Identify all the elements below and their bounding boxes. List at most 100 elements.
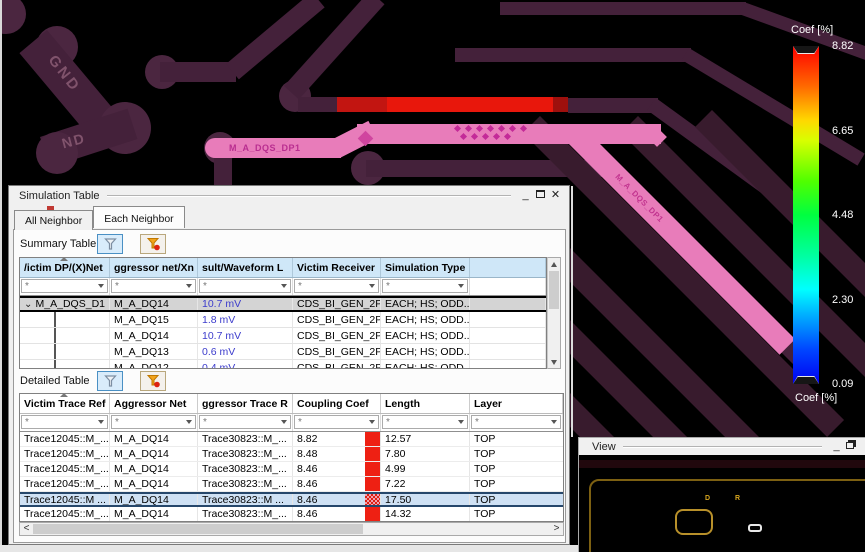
aggressor-trace-ref-cell: Trace30823::M_... xyxy=(198,462,293,476)
summary-table-row[interactable]: ⌄ M_A_DQS_D1 M_A_DQ14 10.7 mV CDS_BI_GEN_2P.… xyxy=(20,296,546,312)
red-highlight-trace[interactable] xyxy=(387,97,553,112)
victim-net-cell xyxy=(20,312,110,327)
layer-cell: TOP xyxy=(474,508,496,520)
chevron-down-icon[interactable] xyxy=(281,284,287,288)
summary-clear-filter-button[interactable] xyxy=(140,234,166,254)
filter-combobox[interactable]: * xyxy=(294,415,379,429)
chevron-down-icon[interactable] xyxy=(186,420,192,424)
filter-combobox[interactable]: * xyxy=(382,415,468,429)
length-cell: 7.80 xyxy=(381,447,470,461)
chevron-down-icon[interactable] xyxy=(281,420,287,424)
detailed-table-row[interactable]: Trace12045::M_... M_A_DQ14 Trace30823::M_.… xyxy=(20,447,563,462)
simulation-window-titlebar[interactable]: Simulation Table _ ✕ xyxy=(9,186,569,205)
detailed-clear-filter-button[interactable] xyxy=(140,371,166,391)
result-link-cell[interactable]: 1.8 mV xyxy=(198,312,293,327)
scroll-down-icon[interactable] xyxy=(548,356,560,368)
column-header[interactable]: Length xyxy=(381,394,470,413)
summary-table-label: Summary Table xyxy=(20,238,97,250)
filter-combobox[interactable]: * xyxy=(471,415,561,429)
maximize-icon[interactable] xyxy=(533,188,548,203)
filter-filler xyxy=(470,278,546,295)
column-header[interactable]: Coupling Coef xyxy=(293,394,381,413)
detailed-table-row[interactable]: Trace12045::M_... M_A_DQ14 Trace30823::M_.… xyxy=(20,432,563,447)
summary-filter-row: * * * * * xyxy=(20,278,546,296)
scrollbar-thumb[interactable] xyxy=(549,271,559,309)
red-highlight-trace[interactable] xyxy=(553,97,568,112)
victim-trace-ref-cell: Trace12045::M_... xyxy=(20,507,110,521)
detailed-table-row[interactable]: Trace12045::M_... M_A_DQ14 Trace30823::M_.… xyxy=(20,462,563,477)
chevron-down-icon[interactable] xyxy=(98,284,104,288)
filter-combobox[interactable]: * xyxy=(199,415,291,429)
filter-combobox[interactable]: * xyxy=(382,279,468,293)
summary-table-row[interactable]: M_A_DQ12 0.4 mV CDS_BI_GEN_2P EACH; HS; ODD xyxy=(20,360,546,368)
scroll-up-icon[interactable] xyxy=(548,258,560,270)
tab-all-neighbor[interactable]: All Neighbor xyxy=(14,210,94,230)
column-header[interactable]: Layer xyxy=(470,394,563,413)
view-window-titlebar[interactable]: View _ xyxy=(579,438,865,455)
colorbar-tick-label: 0.09 xyxy=(832,378,854,390)
scroll-right-icon[interactable]: > xyxy=(550,523,563,535)
summary-table-row[interactable]: M_A_DQ15 1.8 mV CDS_BI_GEN_2P... EACH; HS; … xyxy=(20,312,546,328)
scroll-left-icon[interactable]: < xyxy=(20,523,33,535)
column-header[interactable]: sult/Waveform L xyxy=(198,258,293,277)
pink-victim-trace[interactable]: M_A_DQS_DP1 xyxy=(205,138,341,158)
detailed-filter-button[interactable] xyxy=(97,371,123,391)
filter-combobox[interactable]: * xyxy=(111,279,196,293)
column-header[interactable]: ggressor net/Xn xyxy=(110,258,198,277)
column-header[interactable]: Simulation Type xyxy=(381,258,470,277)
column-header[interactable]: ggressor Trace R xyxy=(198,394,293,413)
float-window-icon[interactable] xyxy=(844,439,859,454)
result-link-cell[interactable]: 10.7 mV xyxy=(198,328,293,343)
chevron-down-icon[interactable] xyxy=(186,284,192,288)
colorbar-title-bottom: Coef [%] xyxy=(795,392,838,404)
pcb-trace xyxy=(500,2,746,15)
chevron-down-icon[interactable] xyxy=(98,420,104,424)
coupling-coef-cell: 8.48 xyxy=(293,447,381,461)
tab-each-neighbor[interactable]: Each Neighbor xyxy=(93,206,185,228)
detailed-horizontal-scrollbar[interactable]: < > xyxy=(19,522,564,536)
filter-combobox[interactable]: * xyxy=(111,415,196,429)
filter-cell: * xyxy=(198,414,293,431)
pcb-trace xyxy=(568,98,658,113)
detailed-table-row[interactable]: Trace12045::M_... M_A_DQ14 Trace30823::M_.… xyxy=(20,477,563,492)
detailed-table-rows: Trace12045::M_... M_A_DQ14 Trace30823::M_.… xyxy=(20,432,563,521)
filter-wildcard: * xyxy=(203,280,207,292)
column-header[interactable]: /ictim DP/(X)Net xyxy=(20,258,110,277)
column-header[interactable]: Victim Receiver xyxy=(293,258,381,277)
victim-trace-ref-cell: Trace12045::M ... xyxy=(20,494,110,505)
chevron-down-icon[interactable] xyxy=(369,284,375,288)
filter-combobox[interactable]: * xyxy=(21,279,108,293)
summary-table-row[interactable]: M_A_DQ14 10.7 mV CDS_BI_GEN_2P... EACH; HS;… xyxy=(20,328,546,344)
summary-table-row[interactable]: M_A_DQ13 0.6 mV CDS_BI_GEN_2P... EACH; HS; … xyxy=(20,344,546,360)
victim-receiver-cell: CDS_BI_GEN_2P... xyxy=(293,312,381,327)
sort-ascending-icon xyxy=(60,258,69,261)
summary-vertical-scrollbar[interactable] xyxy=(547,257,561,369)
column-header[interactable]: Aggressor Net xyxy=(110,394,198,413)
result-link-cell[interactable]: 10.7 mV xyxy=(198,298,293,310)
filter-combobox[interactable]: * xyxy=(294,279,379,293)
detailed-table-row[interactable]: Trace12045::M_... M_A_DQ14 Trace30823::M_.… xyxy=(20,507,563,521)
filter-combobox[interactable]: * xyxy=(199,279,291,293)
chevron-down-icon[interactable] xyxy=(551,420,557,424)
summary-filter-button[interactable] xyxy=(97,234,123,254)
scrollbar-thumb[interactable] xyxy=(33,524,363,534)
colorbar-gradient xyxy=(793,46,819,384)
victim-receiver-cell: CDS_BI_GEN_2P... xyxy=(293,298,381,310)
detailed-table-row[interactable]: Trace12045::M ... M_A_DQ14 Trace30823::M .… xyxy=(20,492,563,507)
close-icon[interactable]: ✕ xyxy=(548,188,563,203)
simulation-type-cell: EACH; HS; ODD... xyxy=(381,328,470,343)
chevron-down-icon[interactable] xyxy=(458,284,464,288)
result-link-cell[interactable]: 0.4 mV xyxy=(198,360,293,368)
minimize-icon[interactable]: _ xyxy=(518,188,533,203)
red-highlight-trace[interactable] xyxy=(337,97,387,112)
clear-filter-icon xyxy=(146,238,160,251)
chevron-down-icon[interactable] xyxy=(369,420,375,424)
chevron-down-icon[interactable] xyxy=(458,420,464,424)
result-link-cell[interactable]: 0.6 mV xyxy=(198,344,293,359)
column-header[interactable]: Victim Trace Ref xyxy=(20,394,110,413)
filter-combobox[interactable]: * xyxy=(21,415,108,429)
minimize-icon[interactable]: _ xyxy=(829,439,844,454)
board-preview[interactable]: D R xyxy=(579,455,865,552)
expander-icon[interactable]: ⌄ xyxy=(24,299,36,310)
length-cell: 17.50 xyxy=(381,494,470,505)
